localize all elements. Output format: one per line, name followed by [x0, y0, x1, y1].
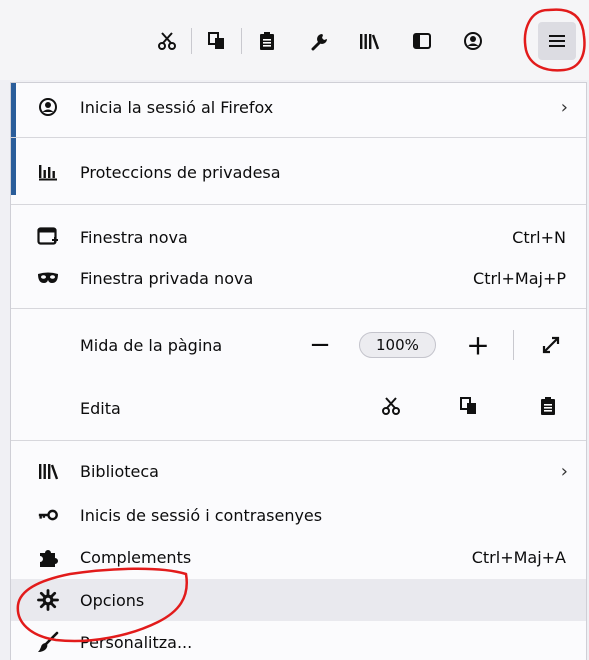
key-icon — [37, 504, 59, 526]
private-mask-icon — [37, 267, 59, 289]
shortcut-label: Ctrl+N — [512, 227, 566, 247]
cut-icon[interactable] — [148, 22, 186, 60]
app-menu-panel: Inicia la sessió al Firefox › Proteccion… — [10, 82, 587, 660]
menu-item-private-window[interactable]: Finestra privada nova Ctrl+Maj+P — [11, 257, 586, 299]
zoom-reset-button[interactable]: 100% — [359, 332, 436, 358]
account-icon — [37, 96, 59, 118]
zoom-in-button[interactable]: + — [457, 329, 499, 362]
menu-separator — [11, 204, 586, 205]
chart-bars-icon — [37, 161, 59, 183]
menu-item-logins-passwords[interactable]: Inicis de sessió i contrasenyes — [11, 494, 586, 536]
wrench-icon[interactable] — [301, 22, 339, 60]
shortcut-label: Ctrl+Maj+P — [473, 268, 566, 288]
menu-item-label: Inicia la sessió al Firefox — [80, 97, 274, 117]
toolbar-separator — [191, 28, 192, 54]
menu-item-edit: Edita — [11, 387, 586, 429]
menu-separator — [11, 308, 586, 309]
browser-toolbar — [0, 0, 589, 80]
new-window-icon — [37, 226, 59, 248]
zoom-label: Mida de la pàgina — [80, 335, 223, 355]
menu-item-label: Finestra nova — [80, 227, 188, 247]
menu-item-label: Inicis de sessió i contrasenyes — [80, 505, 323, 525]
menu-item-label: Proteccions de privadesa — [80, 162, 281, 182]
menu-separator — [11, 440, 586, 441]
menu-item-library[interactable]: Biblioteca › — [11, 450, 586, 492]
menu-item-options[interactable]: Opcions — [11, 579, 586, 621]
menu-item-zoom: Mida de la pàgina − 100% + — [11, 324, 586, 366]
menu-item-new-window[interactable]: Finestra nova Ctrl+N — [11, 216, 586, 258]
paste-icon[interactable] — [248, 22, 286, 60]
toolbar-separator — [241, 28, 242, 54]
menu-item-label: Finestra privada nova — [80, 268, 254, 288]
edit-label: Edita — [80, 398, 121, 418]
cut-icon[interactable] — [381, 396, 401, 420]
menu-item-sign-in[interactable]: Inicia la sessió al Firefox › — [11, 86, 586, 128]
sidebar-icon[interactable] — [403, 22, 441, 60]
paintbrush-icon — [37, 631, 59, 653]
gear-icon — [37, 589, 59, 611]
menu-item-privacy-protections[interactable]: Proteccions de privadesa — [11, 151, 586, 193]
account-icon[interactable] — [454, 22, 492, 60]
shortcut-label: Ctrl+Maj+A — [471, 547, 566, 567]
copy-icon[interactable] — [198, 22, 236, 60]
chevron-right-icon: › — [560, 460, 568, 482]
zoom-out-button[interactable]: − — [299, 330, 341, 360]
paste-icon[interactable] — [538, 396, 558, 420]
zoom-separator — [513, 330, 514, 360]
menu-item-addons[interactable]: Complements Ctrl+Maj+A — [11, 536, 586, 578]
chevron-right-icon: › — [560, 96, 568, 118]
puzzle-piece-icon — [37, 546, 59, 568]
menu-item-label: Biblioteca — [80, 461, 159, 481]
copy-icon[interactable] — [459, 396, 479, 420]
fullscreen-icon[interactable] — [531, 335, 571, 355]
library-icon[interactable] — [350, 22, 388, 60]
zoom-value-wrapper: 100% — [359, 332, 436, 358]
menu-item-label: Personalitza... — [80, 632, 193, 652]
library-icon — [37, 460, 59, 482]
hamburger-menu-icon[interactable] — [538, 22, 576, 60]
menu-item-label: Complements — [80, 547, 192, 567]
menu-separator — [11, 137, 586, 138]
menu-item-customize[interactable]: Personalitza... — [11, 621, 586, 660]
menu-item-label: Opcions — [80, 590, 145, 610]
